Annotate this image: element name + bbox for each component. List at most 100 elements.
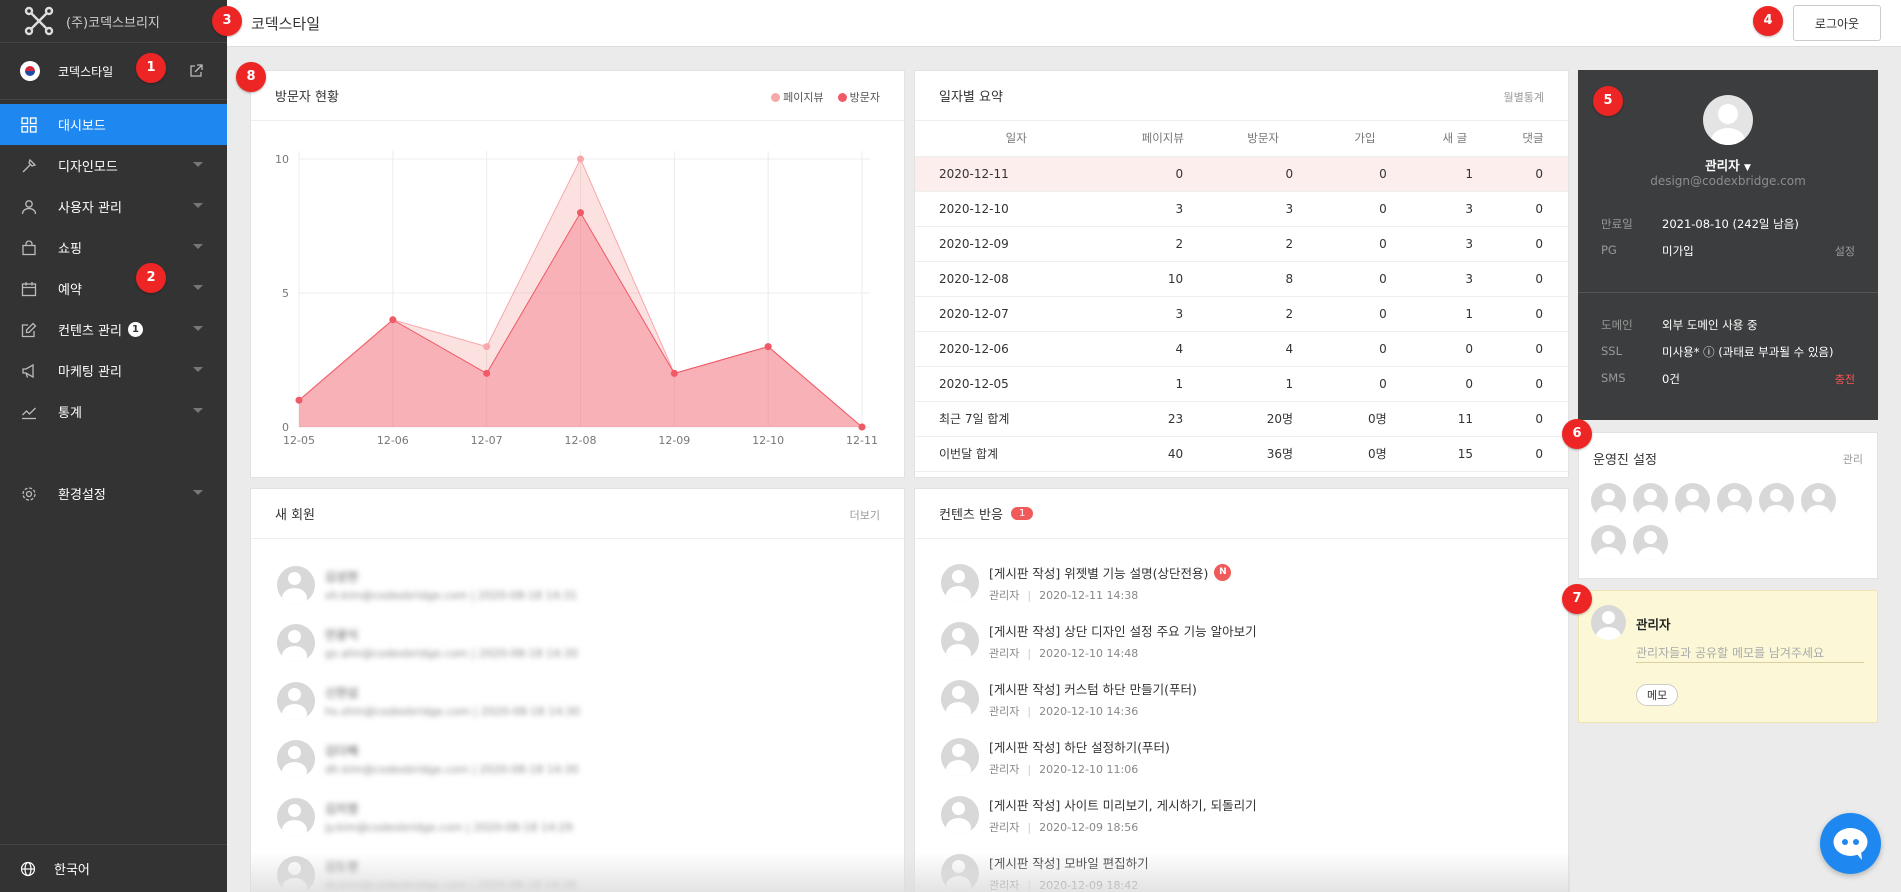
x-tick-label: 12-10 — [752, 434, 784, 447]
sidebar-item-dashboard[interactable]: 대시보드 — [0, 104, 227, 145]
table-row: 2020-12-09 2 2 0 3 0 — [915, 226, 1568, 262]
avatar — [277, 682, 315, 720]
member-meta: dh.kim@codexbridge.com | 2020-08-18 14:3… — [325, 763, 579, 776]
operator-avatar[interactable] — [1717, 483, 1752, 518]
x-tick-label: 12-06 — [377, 434, 409, 447]
series-area-1 — [299, 212, 862, 427]
member-list-item[interactable]: 김성현 sh.kim@codexbridge.com | 2020-08-18 1… — [277, 565, 577, 605]
member-list-item[interactable]: 신현섭 hs.shin@codexbridge.com | 2020-08-18 … — [277, 681, 580, 721]
reaction-title: [게시판 작성] 모바일 편집하기 — [989, 856, 1149, 871]
x-tick-label: 12-09 — [658, 434, 690, 447]
member-name: 신현섭 — [325, 686, 359, 700]
monthly-stats-link[interactable]: 월별통계 — [1504, 89, 1544, 105]
avatar — [277, 856, 315, 892]
external-link-icon[interactable] — [189, 64, 203, 78]
sidebar-item-stats[interactable]: 통계 — [0, 391, 227, 432]
reaction-title-row: [게시판 작성] 커스텀 하단 만들기(푸터) — [989, 679, 1197, 698]
dashboard-icon — [20, 116, 38, 134]
member-list-item[interactable]: 김도영 dy.kim@codexbridge.com | 2020-08-18 1… — [277, 855, 577, 892]
column-header: 일자 — [915, 121, 1118, 157]
sidebar-item-reservation[interactable]: 예약 — [0, 268, 227, 309]
shopping-bag-icon — [20, 239, 38, 257]
logout-button[interactable]: 로그아웃 — [1793, 5, 1881, 41]
reaction-text: [게시판 작성] 하단 설정하기(푸터) 관리자 | 2020-12-10 11:06 — [989, 737, 1170, 777]
pg-settings-link[interactable]: 설정 — [1835, 243, 1855, 259]
reaction-author: 관리자 — [989, 647, 1020, 660]
table-cell: 15 — [1411, 436, 1499, 472]
sidebar-item-design[interactable]: 디자인모드 — [0, 145, 227, 186]
design-icon — [20, 157, 38, 175]
reaction-list-item[interactable]: [게시판 작성] 하단 설정하기(푸터) 관리자 | 2020-12-10 11:06 — [941, 737, 1170, 777]
sms-charge-link[interactable]: 충전 — [1835, 371, 1855, 387]
top-header: 코덱스타일 로그아웃 — [227, 0, 1901, 47]
separator: | — [1027, 589, 1032, 602]
calendar-icon — [20, 280, 38, 298]
table-cell: 2 — [1208, 226, 1319, 262]
operator-avatar[interactable] — [1633, 525, 1668, 560]
operator-avatar[interactable] — [1759, 483, 1794, 518]
profile-name[interactable]: 관리자 ▼ — [1578, 155, 1878, 174]
table-cell: 0 — [1318, 296, 1412, 332]
memo-input[interactable] — [1636, 643, 1864, 663]
reaction-date: 2020-12-10 11:06 — [1039, 763, 1139, 776]
reaction-list-item[interactable]: [게시판 작성] 커스텀 하단 만들기(푸터) 관리자 | 2020-12-10 14… — [941, 679, 1197, 719]
site-selector[interactable]: 코덱스타일 — [0, 42, 227, 100]
table-cell: 0 — [1498, 156, 1568, 192]
reaction-list-item[interactable]: [게시판 작성] 상단 디자인 설정 주요 기능 알아보기 관리자 | 2020-12… — [941, 621, 1257, 661]
sidebar-item-users[interactable]: 사용자 관리 — [0, 186, 227, 227]
reaction-title-row: [게시판 작성] 하단 설정하기(푸터) — [989, 737, 1170, 756]
sidebar: (주)코덱스브리지 코덱스타일 대시보드 디자인모드 사용자 관리 쇼핑 예약 … — [0, 0, 227, 892]
daily-summary-card: 일자별 요약 월별통계 일자 페이지뷰 방문자 가입 새 글 댓글 2020-12-11 0… — [914, 70, 1569, 478]
table-cell: 0 — [1318, 366, 1412, 402]
reaction-list-item[interactable]: [게시판 작성] 사이트 미리보기, 게시하기, 되돌리기 관리자 | 2020-12… — [941, 795, 1257, 835]
operator-avatar[interactable] — [1591, 525, 1626, 560]
data-point — [483, 369, 491, 377]
reaction-date: 2020-12-09 18:56 — [1039, 821, 1139, 834]
reaction-meta: 관리자 | 2020-12-10 14:36 — [989, 703, 1197, 719]
domain-row: 도메인 외부 도메인 사용 중 — [1601, 317, 1855, 333]
member-list-item[interactable]: 안광식 gs.ahn@codexbridge.com | 2020-08-18 1… — [277, 623, 578, 663]
memo-button[interactable]: 메모 — [1636, 684, 1679, 706]
table-cell: 36명 — [1208, 436, 1319, 472]
reaction-meta: 관리자 | 2020-12-09 18:56 — [989, 819, 1257, 835]
table-cell: 1 — [1411, 296, 1499, 332]
chat-button[interactable] — [1820, 813, 1881, 874]
member-list-item[interactable]: 김지영 jy.kim@codexbridge.com | 2020-08-18 1… — [277, 797, 573, 837]
language-selector[interactable]: 한국어 — [0, 844, 227, 892]
sidebar-item-content[interactable]: 컨텐츠 관리 1 — [0, 309, 227, 350]
column-header: 댓글 — [1498, 121, 1568, 157]
marker-6: 6 — [1562, 419, 1592, 449]
visitor-status-card: 방문자 현황 페이지뷰 방문자 0 5 10 12-05 12-06 12-07 12-08… — [250, 70, 905, 478]
sidebar-logo[interactable]: (주)코덱스브리지 — [0, 0, 227, 42]
reaction-list-item[interactable]: [게시판 작성] 위젯별 기능 설명(상단전용) N 관리자 | 2020-12-11 … — [941, 563, 1232, 603]
table-cell: 2020-12-11 — [915, 156, 1118, 192]
more-link[interactable]: 더보기 — [850, 507, 880, 523]
reaction-list-item[interactable]: [게시판 작성] 모바일 편집하기관리자 | 2020-12-09 18:42 — [941, 853, 1149, 892]
marker-1: 1 — [136, 53, 166, 83]
operator-avatar[interactable] — [1591, 483, 1626, 518]
reaction-title: [게시판 작성] 하단 설정하기(푸터) — [989, 740, 1170, 755]
column-header: 방문자 — [1208, 121, 1319, 157]
sidebar-item-label: 마케팅 관리 — [58, 365, 122, 380]
marker-7: 7 — [1562, 584, 1592, 614]
expiry-value: 2021-08-10 (242일 남음) — [1662, 217, 1799, 231]
data-point — [577, 209, 584, 217]
operator-avatar[interactable] — [1801, 483, 1836, 518]
chevron-down-icon — [193, 408, 203, 413]
operator-avatar[interactable] — [1675, 483, 1710, 518]
sidebar-item-marketing[interactable]: 마케팅 관리 — [0, 350, 227, 391]
operator-avatar[interactable] — [1633, 483, 1668, 518]
reaction-author: 관리자 — [989, 879, 1020, 892]
table-cell: 0명 — [1318, 436, 1412, 472]
chevron-down-icon — [193, 367, 203, 372]
member-list-item[interactable]: 김다혜 dh.kim@codexbridge.com | 2020-08-18 1… — [277, 739, 579, 779]
sidebar-item-shopping[interactable]: 쇼핑 — [0, 227, 227, 268]
reaction-count-badge: 1 — [1010, 507, 1034, 520]
table-row: 최근 7일 합계 23 20명 0명 11 0 — [915, 401, 1568, 437]
pg-value: 미가입 — [1662, 244, 1694, 258]
table-cell: 2020-12-07 — [915, 296, 1118, 332]
sidebar-item-settings[interactable]: 환경설정 — [0, 473, 227, 514]
sms-label: SMS — [1601, 371, 1626, 385]
manage-operators-link[interactable]: 관리 — [1843, 451, 1863, 467]
reaction-meta: 관리자 | 2020-12-09 18:42 — [989, 877, 1149, 892]
